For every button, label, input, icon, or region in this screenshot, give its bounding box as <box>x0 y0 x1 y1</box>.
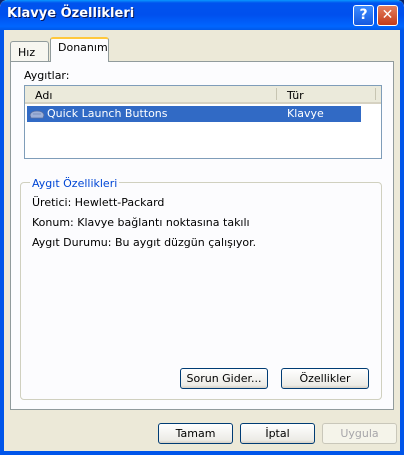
dialog-window: Klavye Özellikleri ? ✕ Hız Donanım Aygıt… <box>0 0 404 455</box>
list-header: Adı Tür <box>25 86 381 104</box>
manufacturer-text: Üretici: Hewlett-Packard <box>32 196 165 209</box>
list-item[interactable]: Quick Launch Buttons Klavye <box>27 106 361 122</box>
title-bar[interactable]: Klavye Özellikleri ? ✕ <box>0 0 404 30</box>
devices-list[interactable]: Adı Tür Quick Launch Buttons Klavye <box>24 85 382 159</box>
properties-button[interactable]: Özellikler <box>281 368 369 389</box>
window-frame-left <box>0 30 4 455</box>
column-header-type[interactable]: Tür <box>287 89 304 102</box>
window-frame-right <box>400 30 404 455</box>
tab-hardware[interactable]: Donanım <box>50 37 109 62</box>
column-divider[interactable] <box>276 88 277 100</box>
close-button[interactable]: ✕ <box>377 5 398 26</box>
keyboard-icon <box>29 110 45 119</box>
device-type: Klavye <box>287 107 324 120</box>
column-divider[interactable] <box>375 88 376 100</box>
ok-button[interactable]: Tamam <box>158 423 233 444</box>
window-title: Klavye Özellikleri <box>7 6 135 21</box>
cancel-button[interactable]: İptal <box>240 423 315 444</box>
troubleshoot-button[interactable]: Sorun Gider... <box>180 368 268 389</box>
device-name: Quick Launch Buttons <box>47 107 168 120</box>
devices-label: Aygıtlar: <box>24 69 70 82</box>
column-header-name[interactable]: Adı <box>35 89 52 102</box>
location-text: Konum: Klavye bağlantı noktasına takılı <box>32 216 250 229</box>
tab-speed[interactable]: Hız <box>10 41 49 62</box>
apply-button[interactable]: Uygula <box>322 423 397 444</box>
device-status-text: Aygıt Durumu: Bu aygıt düzgün çalışıyor. <box>32 236 257 249</box>
help-button[interactable]: ? <box>353 5 374 26</box>
device-properties-title: Aygıt Özellikleri <box>30 177 120 190</box>
window-frame-bottom <box>0 451 404 455</box>
